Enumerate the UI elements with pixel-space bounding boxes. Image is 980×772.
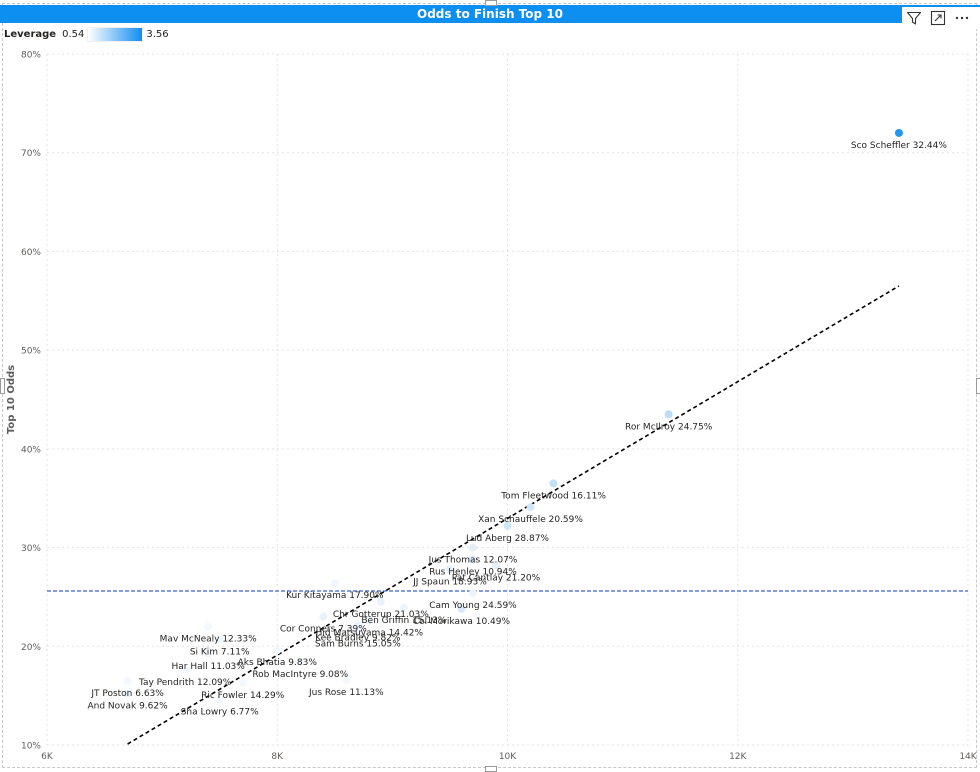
data-point <box>894 128 903 137</box>
data-label: And Novak 9.62% <box>87 702 168 712</box>
x-tick-label: 12K <box>729 752 747 762</box>
y-tick-label: 20% <box>21 643 41 653</box>
data-point <box>273 646 282 655</box>
data-label: JJ Spaun 18.93% <box>412 577 487 587</box>
y-tick-label: 50% <box>21 347 41 357</box>
data-label: Mav McNealy 12.33% <box>160 635 257 645</box>
data-label: Tom Fleetwood 16.11% <box>500 491 606 501</box>
data-label: Ror McIlroy 24.75% <box>625 422 713 432</box>
data-label: Kur Kitayama 17.90% <box>286 591 384 601</box>
data-point <box>204 622 213 631</box>
data-label: Sam Burns 15.05% <box>315 639 401 649</box>
data-point <box>238 678 247 687</box>
resize-handle-top[interactable] <box>485 0 497 6</box>
data-point <box>468 588 477 597</box>
y-axis-title: Top 10 Odds <box>6 365 17 434</box>
data-point <box>123 676 132 685</box>
data-label: Jus Rose 11.13% <box>308 688 384 698</box>
y-tick-label: 40% <box>21 445 41 455</box>
data-label: Tay Pendrith 12.09% <box>138 678 232 688</box>
data-label: Aks Bhatia 9.83% <box>238 658 318 668</box>
x-tick-label: 10K <box>499 752 517 762</box>
resize-handle-right[interactable] <box>976 378 980 394</box>
data-point <box>319 612 328 621</box>
y-tick-label: 30% <box>21 544 41 554</box>
data-point <box>526 503 535 512</box>
data-point <box>549 479 558 488</box>
x-tick-label: 8K <box>271 752 284 762</box>
data-label: Sco Scheffler 32.44% <box>851 141 947 151</box>
data-label: Jus Thomas 12.07% <box>428 556 518 566</box>
data-point <box>468 543 477 552</box>
data-label: Sha Lowry 6.77% <box>181 708 259 718</box>
data-label: Rob MacIntyre 9.08% <box>252 670 348 680</box>
x-tick-label: 6K <box>41 752 54 762</box>
data-label: Ben Griffin 15.13% <box>361 616 446 626</box>
y-tick-label: 60% <box>21 248 41 258</box>
data-point <box>330 579 339 588</box>
resize-handle-bottom[interactable] <box>485 766 497 772</box>
scatter-chart: 10% 20% 30% 40% 50% 60% 70% 80% 6K 8K 10K 12K 14K Top… <box>6 51 978 763</box>
data-label: Xan Schauffele 20.59% <box>478 515 583 525</box>
data-label: Ric Fowler 14.29% <box>201 691 285 701</box>
data-point <box>664 410 673 419</box>
data-label: JT Poston 6.63% <box>90 689 164 699</box>
y-tick-label: 10% <box>21 742 41 752</box>
y-tick-label: 80% <box>21 51 41 61</box>
data-label: Lud Aberg 28.87% <box>466 534 549 544</box>
data-label: Cor Conners 7.39% <box>280 625 367 635</box>
data-label: Si Kim 7.11% <box>190 647 250 657</box>
resize-handle-left[interactable] <box>0 378 5 394</box>
x-tick-label: 14K <box>959 752 977 762</box>
data-label: Har Hall 11.03% <box>172 662 246 672</box>
data-label: Cam Young 24.59% <box>429 601 517 611</box>
y-tick-label: 70% <box>21 149 41 159</box>
